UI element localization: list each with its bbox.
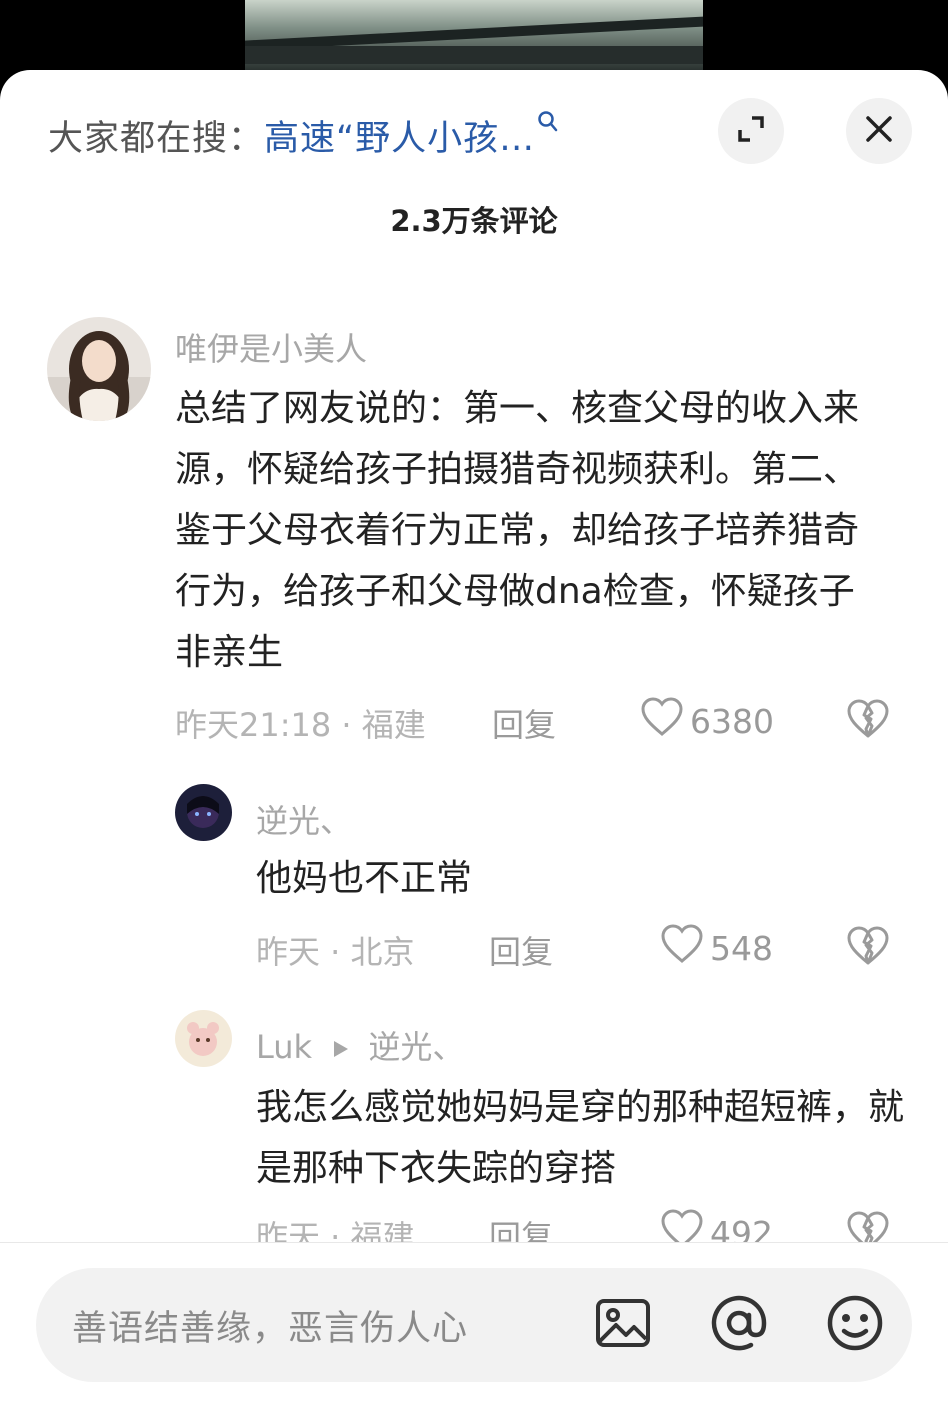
- dislike-button[interactable]: [846, 926, 890, 970]
- reply-arrow-icon: [322, 1028, 358, 1066]
- trending-search-query[interactable]: 高速“野人小孩…: [264, 119, 535, 159]
- close-icon: [864, 114, 894, 148]
- comment-meta: 昨天 · 北京: [256, 933, 415, 971]
- reply-target-username[interactable]: 逆光、: [368, 1028, 464, 1066]
- image-button[interactable]: [588, 1290, 658, 1360]
- heart-icon: [660, 924, 710, 972]
- comment-username[interactable]: 唯伊是小美人: [175, 324, 367, 370]
- comment-username[interactable]: 逆光、: [256, 796, 352, 842]
- dislike-button[interactable]: [846, 699, 890, 743]
- avatar[interactable]: [175, 1010, 232, 1067]
- mention-button[interactable]: [704, 1290, 774, 1360]
- comment-username-row: Luk 逆光、: [256, 1022, 464, 1068]
- avatar[interactable]: [47, 317, 151, 421]
- broken-heart-icon: [846, 926, 890, 970]
- search-icon[interactable]: [537, 111, 559, 140]
- comment-text: 我怎么感觉她妈妈是穿的那种超短裤，就是那种下衣失踪的穿搭: [256, 1087, 905, 1189]
- reply-button[interactable]: 回复: [489, 927, 553, 973]
- like-button[interactable]: 548: [660, 924, 773, 972]
- at-icon: [709, 1293, 769, 1357]
- comment-sheet: 大家都在搜：高速“野人小孩… 2.3万条评论 唯伊是小美人 总结了网友说的：第一…: [0, 70, 948, 1402]
- like-count: 6380: [690, 701, 774, 741]
- comment-meta: 昨天21:18 · 福建: [175, 706, 426, 744]
- close-button[interactable]: [846, 98, 912, 164]
- trending-search[interactable]: 大家都在搜：高速“野人小孩…: [48, 110, 559, 161]
- expand-icon: [734, 112, 768, 150]
- avatar[interactable]: [175, 784, 232, 841]
- comment-input-area: 善语结善缘，恶言伤人心: [0, 1243, 948, 1402]
- like-button[interactable]: 6380: [640, 697, 774, 745]
- comment-text: 他妈也不正常: [256, 858, 473, 899]
- trending-search-prefix: 大家都在搜：: [48, 119, 265, 159]
- comment-count: 2.3万条评论: [390, 204, 558, 238]
- image-icon: [594, 1297, 652, 1353]
- video-preview[interactable]: [245, 0, 703, 70]
- comment-text: 总结了网友说的：第一、核查父母的收入来源，怀疑给孩子拍摄猎奇视频获利。第二、鉴于…: [175, 388, 860, 673]
- comment-input[interactable]: 善语结善缘，恶言伤人心: [36, 1268, 912, 1382]
- heart-icon: [640, 697, 690, 745]
- like-count: 548: [710, 928, 773, 968]
- expand-button[interactable]: [718, 98, 784, 164]
- emoji-button[interactable]: [820, 1290, 890, 1360]
- comment-username[interactable]: Luk: [256, 1028, 312, 1066]
- emoji-icon: [825, 1293, 885, 1357]
- broken-heart-icon: [846, 699, 890, 743]
- reply-button[interactable]: 回复: [492, 700, 556, 746]
- comment-input-placeholder: 善语结善缘，恶言伤人心: [72, 1309, 469, 1349]
- video-frame-shape: [245, 46, 703, 64]
